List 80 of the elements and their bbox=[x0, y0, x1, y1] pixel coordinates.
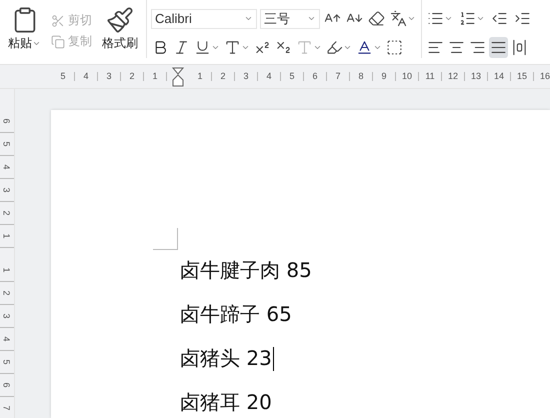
indent-increase-icon bbox=[514, 10, 531, 27]
italic-icon bbox=[173, 39, 190, 56]
align-center-icon bbox=[448, 39, 465, 56]
justify-icon bbox=[490, 39, 507, 56]
ruler-number: 2 bbox=[2, 210, 12, 216]
superscript-icon bbox=[254, 39, 271, 56]
distribute-icon bbox=[511, 39, 528, 56]
list-icon bbox=[427, 10, 444, 27]
ruler-number: 5 bbox=[2, 360, 12, 364]
ruler-number: 4 bbox=[2, 336, 12, 342]
caret-icon bbox=[307, 14, 316, 23]
ruler-number: 5 bbox=[281, 72, 304, 81]
ruler-number: 1 bbox=[2, 268, 12, 272]
letter-icon bbox=[296, 39, 313, 56]
ruler-number: 2 bbox=[2, 290, 12, 296]
document-line: 卤牛腱子肉 85 bbox=[180, 258, 312, 283]
align-button[interactable] bbox=[489, 37, 508, 58]
baseline-icon bbox=[356, 39, 373, 56]
ruler-number: 14 bbox=[488, 72, 511, 81]
caret-icon bbox=[313, 43, 322, 52]
highlighter-icon bbox=[326, 39, 343, 56]
indent-marker-icon bbox=[172, 66, 184, 86]
ruler-number: 16 bbox=[534, 72, 550, 81]
ruler-number: 5 bbox=[52, 72, 75, 81]
paintbrush-icon bbox=[106, 6, 134, 34]
underline-icon bbox=[194, 39, 211, 56]
align-left-icon bbox=[427, 39, 444, 56]
ruler-number: 2 bbox=[121, 72, 144, 81]
format-painter-button[interactable]: 格式刷 bbox=[100, 4, 140, 58]
document-line: 卤猪头 23 bbox=[180, 346, 272, 371]
caret-icon bbox=[244, 14, 253, 23]
ruler-number: 3 bbox=[235, 72, 258, 81]
ruler-number: 6 bbox=[2, 118, 12, 124]
caret-icon bbox=[343, 43, 352, 52]
ruler-number: 1 bbox=[2, 234, 12, 238]
square-icon bbox=[386, 39, 403, 56]
font-size-select[interactable]: 三号 bbox=[260, 8, 320, 28]
caret-icon bbox=[444, 14, 453, 23]
ruler-number: 10 bbox=[396, 72, 419, 81]
languages-icon bbox=[390, 10, 407, 27]
ruler-number: 4 bbox=[258, 72, 281, 81]
ruler-number: 11 bbox=[419, 72, 442, 81]
indent-decrease-icon bbox=[491, 10, 508, 27]
align-right-icon bbox=[469, 39, 486, 56]
eraser-icon bbox=[368, 10, 385, 27]
ruler-number: 1 bbox=[144, 72, 167, 81]
ruler-number: 5 bbox=[2, 142, 12, 146]
ruler-number: 6 bbox=[304, 72, 327, 81]
margin-mark bbox=[153, 228, 178, 250]
font-name-select[interactable]: Calibri bbox=[151, 8, 257, 28]
ruler-number: 15 bbox=[511, 72, 534, 81]
ruler-number: 7 bbox=[2, 406, 12, 410]
pinyin-button[interactable] bbox=[389, 8, 417, 29]
subscript-icon bbox=[275, 39, 292, 56]
caret-icon bbox=[407, 14, 416, 23]
caret-icon bbox=[211, 43, 220, 52]
ruler-number: 1 bbox=[189, 72, 212, 81]
caret-icon bbox=[241, 43, 250, 52]
ruler-number: 3 bbox=[2, 314, 12, 318]
ruler-number: 3 bbox=[98, 72, 121, 81]
ruler-number: 6 bbox=[2, 382, 12, 388]
ruler-number: 9 bbox=[373, 72, 396, 81]
ruler-number: 7 bbox=[327, 72, 350, 81]
document-line: 卤猪耳 20 bbox=[180, 390, 272, 415]
paste-button[interactable]: 粘贴 bbox=[6, 4, 43, 58]
caret-icon bbox=[32, 39, 41, 48]
ruler-number: 4 bbox=[2, 164, 12, 170]
ruler-number: 12 bbox=[442, 72, 465, 81]
ruler-number: 2 bbox=[212, 72, 235, 81]
numbered-list-icon bbox=[459, 10, 476, 27]
copy-icon bbox=[51, 34, 65, 48]
letter-icon bbox=[224, 39, 241, 56]
ruler-number: 3 bbox=[2, 188, 12, 192]
ruler-number: 8 bbox=[350, 72, 373, 81]
ruler-number: 4 bbox=[75, 72, 98, 81]
scissors-icon bbox=[51, 14, 65, 28]
ruler-number: 13 bbox=[465, 72, 488, 81]
caret-icon bbox=[373, 43, 382, 52]
caret-icon bbox=[476, 14, 485, 23]
document-line: 卤牛蹄子 65 bbox=[180, 302, 292, 327]
